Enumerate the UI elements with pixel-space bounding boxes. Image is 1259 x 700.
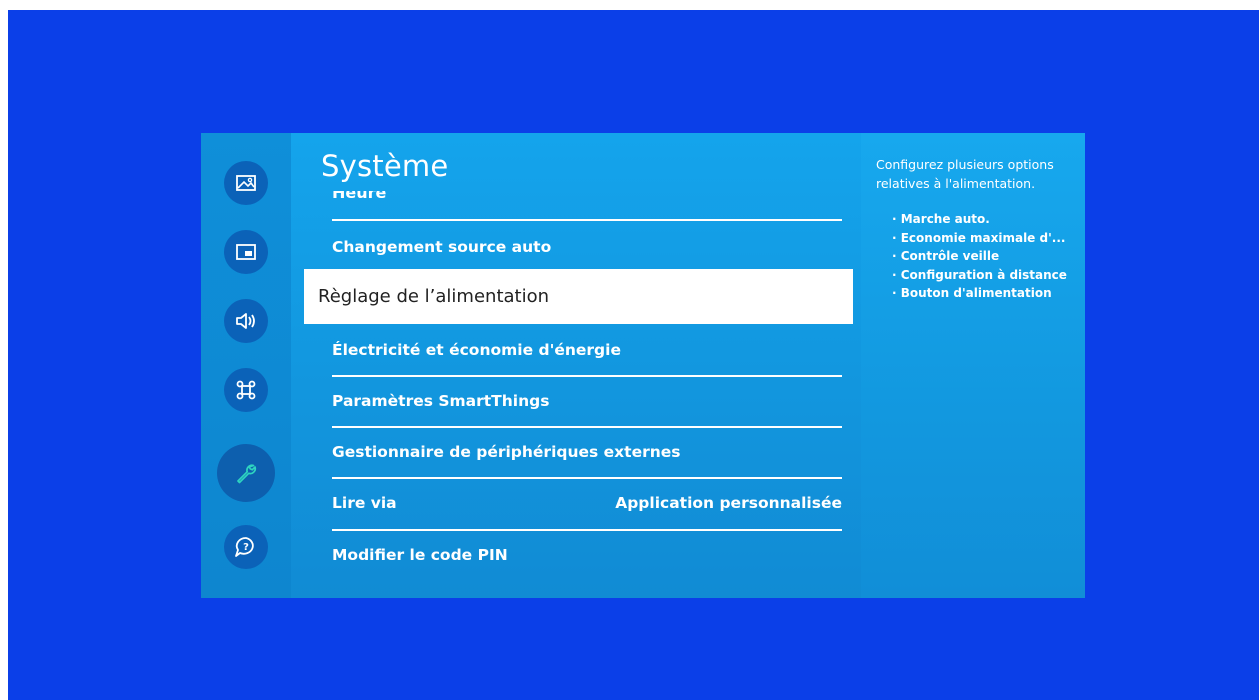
wrench-glyph — [237, 464, 257, 484]
divider — [332, 219, 842, 221]
category-sidebar: ? — [201, 133, 291, 598]
pip-glyph — [236, 244, 256, 260]
wrench-icon[interactable] — [217, 444, 275, 502]
menu-item-smartthings[interactable]: Paramètres SmartThings — [332, 376, 842, 426]
info-options-list: · Marche auto. · Economie maximale d'...… — [892, 210, 1067, 303]
sound-glyph — [236, 313, 255, 329]
menu-item-value: Application personnalisée — [615, 494, 842, 512]
menu-item-label: Lire via — [332, 494, 397, 512]
tv-screen: ? Système Heure Changement source auto É… — [8, 10, 1259, 700]
info-description: Configurez plusieurs options relatives à… — [876, 157, 1054, 191]
svg-text:?: ? — [243, 542, 249, 553]
menu-item-label: Changement source auto — [332, 238, 552, 256]
menu-item-code-pin[interactable]: Modifier le code PIN — [332, 530, 842, 580]
settings-menu: ? Système Heure Changement source auto É… — [201, 133, 1085, 598]
menu-item-partial-label: Heure — [332, 191, 387, 201]
menu-content: Système Heure Changement source auto Éle… — [291, 133, 861, 598]
menu-item-label: Gestionnaire de périphériques externes — [332, 443, 681, 461]
info-option: · Contrôle veille — [892, 249, 1000, 263]
picture-glyph — [236, 175, 256, 191]
menu-item-label: Modifier le code PIN — [332, 546, 508, 564]
selected-item-label: Règlage de l’alimentation — [318, 286, 550, 307]
pip-icon[interactable] — [224, 230, 268, 274]
menu-item-changement-source[interactable]: Changement source auto — [332, 222, 842, 272]
info-option: · Economie maximale d'... — [892, 230, 1066, 245]
info-option: · Configuration à distance — [892, 267, 1067, 282]
connection-icon[interactable] — [224, 368, 268, 412]
menu-item-lire-via[interactable]: Lire via Application personnalisée — [332, 478, 842, 528]
menu-item-reglage-alimentation[interactable]: Règlage de l’alimentation — [304, 269, 853, 324]
info-option: · Bouton d'alimentation — [892, 286, 1052, 300]
menu-item-label: Électricité et économie d'énergie — [332, 341, 621, 359]
menu-item-electricite[interactable]: Électricité et économie d'énergie — [332, 325, 842, 375]
sound-icon[interactable] — [224, 299, 268, 343]
connection-glyph — [236, 380, 256, 400]
menu-item-gestionnaire[interactable]: Gestionnaire de périphériques externes — [332, 427, 842, 477]
picture-icon[interactable] — [224, 161, 268, 205]
support-icon[interactable]: ? — [224, 525, 268, 569]
menu-item-partial[interactable]: Heure — [332, 191, 842, 201]
info-option: · Marche auto. — [892, 212, 990, 226]
support-glyph: ? — [235, 537, 254, 557]
info-panel: Configurez plusieurs options relatives à… — [861, 133, 1085, 598]
menu-item-label: Paramètres SmartThings — [332, 392, 550, 410]
page-title: Système — [321, 149, 449, 183]
